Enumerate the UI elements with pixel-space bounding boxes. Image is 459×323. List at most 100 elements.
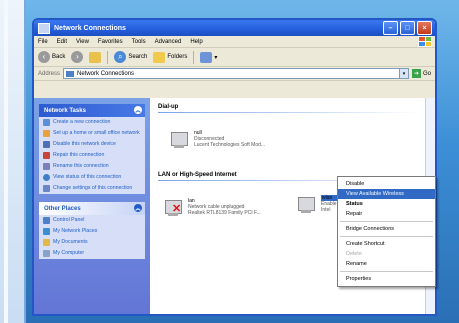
control-panel-icon <box>43 217 50 224</box>
place-label: Control Panel <box>53 217 85 223</box>
menu-separator <box>340 221 433 222</box>
network-tasks-panel: Network Tasks ︽ Create a new connection … <box>39 104 145 194</box>
menu-bar: File Edit View Favorites Tools Advanced … <box>34 36 435 48</box>
go-arrow-icon: ➜ <box>411 69 421 78</box>
menu-advanced[interactable]: Advanced <box>155 39 182 45</box>
network-tasks-header[interactable]: Network Tasks ︽ <box>39 104 145 117</box>
back-arrow-icon: ‹ <box>38 51 50 63</box>
ctx-repair[interactable]: Repair <box>338 209 435 219</box>
ctx-status[interactable]: Status <box>338 199 435 209</box>
standard-toolbar: ‹ Back › ⌕ Search Folders ▾ <box>34 48 435 67</box>
ctx-bridge-connections[interactable]: Bridge Connections <box>338 224 435 234</box>
collapse-chevron-icon[interactable]: ︽ <box>134 106 142 114</box>
place-label: My Network Places <box>53 228 98 234</box>
title-bar[interactable]: Network Connections – □ × <box>34 20 435 36</box>
lan-connection[interactable]: ✕ lan Network cable unplugged Realtek RT… <box>162 198 261 220</box>
dialup-modem-icon <box>168 130 190 152</box>
toolbar-separator <box>107 50 109 64</box>
place-my-computer[interactable]: My Computer <box>39 248 145 259</box>
computer-base-icon <box>301 210 311 213</box>
menu-separator <box>340 236 433 237</box>
task-repair-connection[interactable]: Repair this connection <box>39 150 145 161</box>
section-divider <box>158 112 421 113</box>
network-tasks-title: Network Tasks <box>44 107 86 114</box>
context-menu: Disable View Available Wireless Networks… <box>337 176 436 287</box>
forward-arrow-icon: › <box>71 51 84 63</box>
task-change-settings[interactable]: Change settings of this connection <box>39 183 145 194</box>
menu-file[interactable]: File <box>38 39 48 45</box>
place-my-documents[interactable]: My Documents <box>39 237 145 248</box>
task-rename-connection[interactable]: Rename this connection <box>39 161 145 172</box>
place-my-network-places[interactable]: My Network Places <box>39 226 145 237</box>
task-label: Set up a home or small office network <box>53 130 140 136</box>
folders-button[interactable]: Folders <box>153 51 188 63</box>
home-network-icon <box>43 130 50 137</box>
address-dropdown-icon[interactable]: ▾ <box>398 69 408 78</box>
folders-label: Folders <box>167 54 188 60</box>
address-value: Network Connections <box>77 70 135 77</box>
ctx-view-wireless-networks[interactable]: View Available Wireless Networks <box>338 189 435 207</box>
repair-icon <box>43 152 50 159</box>
other-places-header[interactable]: Other Places ︽ <box>39 202 145 215</box>
ctx-disable[interactable]: Disable <box>338 179 435 189</box>
menu-favorites[interactable]: Favorites <box>98 39 123 45</box>
forward-button[interactable]: › <box>71 51 84 63</box>
task-disable-device[interactable]: Disable this network device <box>39 139 145 150</box>
menu-view[interactable]: View <box>76 39 89 45</box>
network-folder-icon <box>66 70 75 77</box>
computer-base-icon <box>174 145 184 148</box>
lan-details: lan Network cable unplugged Realtek RTL8… <box>188 198 261 220</box>
menu-separator <box>340 271 433 272</box>
place-label: My Computer <box>53 250 85 256</box>
network-connections-icon <box>38 22 50 34</box>
wlan-connection[interactable]: wlan Enable Intel <box>295 195 337 217</box>
views-button[interactable]: ▾ <box>200 51 217 63</box>
window-title: Network Connections <box>54 24 126 32</box>
ctx-delete: Delete <box>346 251 362 257</box>
maximize-button[interactable]: □ <box>400 21 415 35</box>
menu-help[interactable]: Help <box>190 39 202 45</box>
views-icon <box>200 51 213 63</box>
search-icon: ⌕ <box>114 51 127 63</box>
go-label: Go <box>422 70 431 77</box>
disable-device-icon <box>43 141 50 148</box>
back-button[interactable]: ‹ Back <box>38 51 65 63</box>
address-label: Address <box>38 70 61 77</box>
minimize-button[interactable]: – <box>383 21 398 35</box>
menu-tools[interactable]: Tools <box>132 39 146 45</box>
computer-screen-icon <box>298 197 315 211</box>
desktop-strip-edge <box>4 0 8 323</box>
go-button[interactable]: ➜ Go <box>411 69 435 78</box>
place-label: My Documents <box>53 239 88 245</box>
dialup-connection[interactable]: null Disconnected Lucent Technologies So… <box>168 130 265 152</box>
status-icon <box>43 174 50 181</box>
task-setup-home-network[interactable]: Set up a home or small office network <box>39 128 145 139</box>
ctx-properties[interactable]: Properties <box>338 274 435 284</box>
up-folder-icon <box>89 51 102 63</box>
task-label: Repair this connection <box>53 152 105 158</box>
close-button[interactable]: × <box>417 21 432 35</box>
up-folder-button[interactable] <box>89 51 102 63</box>
place-control-panel[interactable]: Control Panel <box>39 215 145 226</box>
network-places-icon <box>43 228 50 235</box>
task-create-connection[interactable]: Create a new connection <box>39 117 145 128</box>
connection-device: Intel <box>321 207 331 213</box>
task-label: Create a new connection <box>53 119 111 125</box>
menu-edit[interactable]: Edit <box>57 39 67 45</box>
other-places-panel: Other Places ︽ Control Panel My Network … <box>39 202 145 259</box>
settings-icon <box>43 185 50 192</box>
ctx-create-shortcut[interactable]: Create Shortcut <box>338 239 435 249</box>
search-button[interactable]: ⌕ Search <box>114 51 147 63</box>
toolbar-separator-2 <box>193 50 195 64</box>
computer-screen-icon <box>171 132 188 146</box>
windows-flag-icon <box>418 36 432 47</box>
collapse-chevron-icon[interactable]: ︽ <box>134 204 142 212</box>
wireless-adapter-icon <box>295 195 317 217</box>
address-input[interactable]: Network Connections ▾ <box>63 68 409 79</box>
connection-device: Realtek RTL8139 Family PCI F... <box>188 210 261 216</box>
other-places-title: Other Places <box>44 205 81 212</box>
dialup-section-header: Dial-up <box>158 104 179 110</box>
new-connection-icon <box>43 119 50 126</box>
ctx-rename[interactable]: Rename <box>338 259 435 269</box>
task-view-status[interactable]: View status of this connection <box>39 172 145 183</box>
